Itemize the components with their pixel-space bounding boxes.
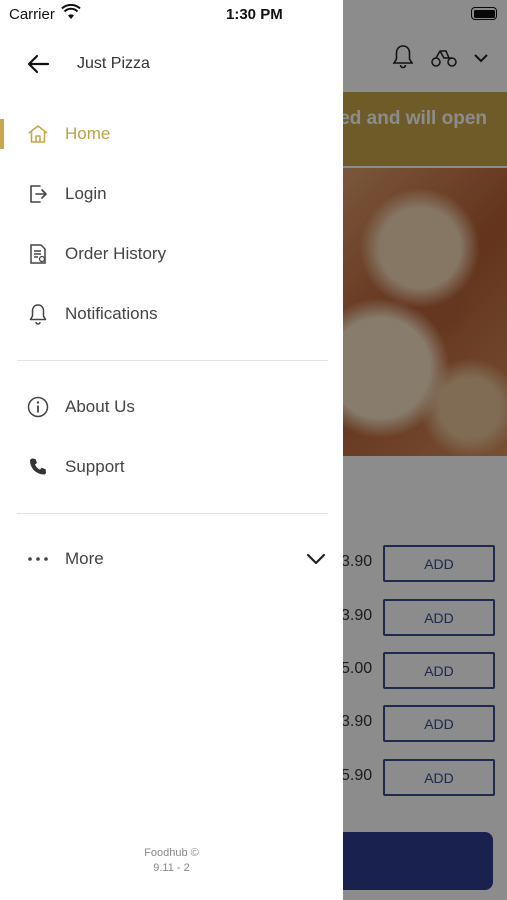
- menu-item-label: Home: [65, 124, 111, 143]
- wifi-icon: [61, 3, 81, 25]
- menu-item-about-us[interactable]: About Us: [0, 382, 343, 432]
- menu-item-login[interactable]: Login: [0, 169, 343, 219]
- home-icon: [26, 122, 50, 146]
- menu-item-label: About Us: [65, 397, 135, 416]
- store-name: Just Pizza: [77, 55, 150, 72]
- menu-item-label: Support: [65, 457, 125, 476]
- status-time: 1:30 PM: [226, 6, 283, 23]
- menu-item-support[interactable]: Support: [0, 442, 343, 492]
- menu-item-notifications[interactable]: Notifications: [0, 289, 343, 339]
- menu-divider: [17, 360, 328, 361]
- order-history-icon: [26, 242, 50, 266]
- drawer-header: Just Pizza: [0, 42, 343, 86]
- drawer-footer: Foodhub © 9.11 - 2: [0, 846, 343, 876]
- chevron-down-icon[interactable]: [305, 548, 327, 570]
- menu-item-more[interactable]: More: [0, 534, 343, 584]
- active-indicator: [0, 119, 4, 149]
- menu-divider: [17, 513, 328, 514]
- more-dots-icon: [26, 547, 50, 571]
- bell-icon: [26, 302, 50, 326]
- carrier-label: Carrier: [9, 6, 55, 23]
- phone-icon: [26, 455, 50, 479]
- footer-brand: Foodhub ©: [144, 847, 199, 859]
- menu-item-home[interactable]: Home: [0, 109, 343, 159]
- navigation-drawer: Carrier 1:30 PM Just Pizza Home Login Or…: [0, 0, 343, 900]
- info-icon: [26, 395, 50, 419]
- menu-item-label: More: [65, 549, 104, 568]
- status-bar: Carrier 1:30 PM: [0, 0, 343, 28]
- login-icon: [26, 182, 50, 206]
- app-version: 9.11 - 2: [153, 862, 190, 874]
- menu-item-label: Login: [65, 184, 107, 203]
- back-arrow-icon[interactable]: [26, 52, 52, 76]
- menu-item-label: Notifications: [65, 304, 158, 323]
- menu-item-order-history[interactable]: Order History: [0, 229, 343, 279]
- menu-item-label: Order History: [65, 244, 167, 263]
